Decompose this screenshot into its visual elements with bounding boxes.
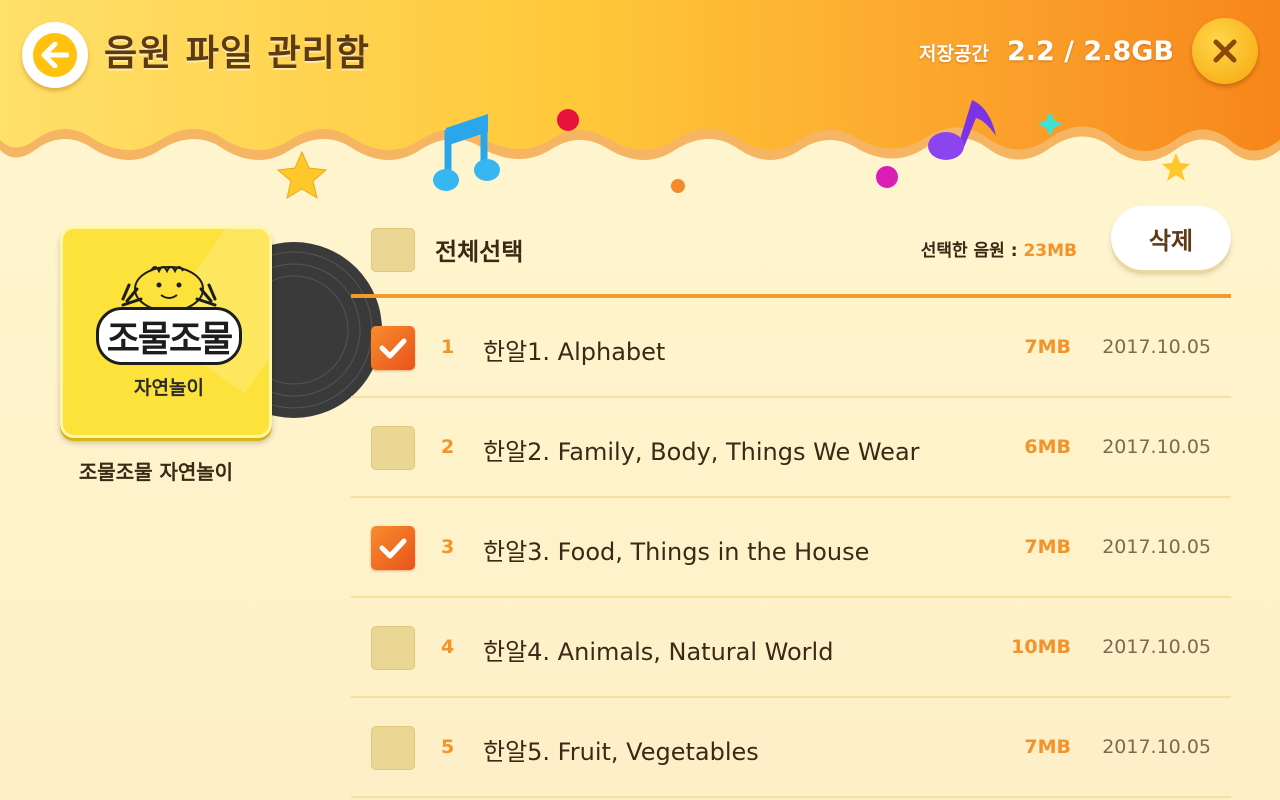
- track-title: 한알2. Family, Body, Things We Wear: [483, 438, 920, 466]
- select-all-checkbox[interactable]: [371, 228, 415, 272]
- track-row[interactable]: 1 한알1. Alphabet 7MB 2017.10.05: [351, 298, 1231, 398]
- track-checkbox[interactable]: [371, 326, 415, 370]
- track-number: 4: [441, 636, 455, 658]
- track-title: 한알4. Animals, Natural World: [483, 638, 834, 666]
- track-checkbox[interactable]: [371, 626, 415, 670]
- track-checkbox[interactable]: [371, 726, 415, 770]
- track-row[interactable]: 5 한알5. Fruit, Vegetables 7MB 2017.10.05: [351, 698, 1231, 798]
- track-size: 7MB: [1024, 736, 1071, 758]
- track-title: 한알1. Alphabet: [483, 338, 666, 366]
- track-row[interactable]: 2 한알2. Family, Body, Things We Wear 6MB 201…: [351, 398, 1231, 498]
- selected-size-info: 선택한 음원 : 23MB: [921, 236, 1077, 261]
- back-button[interactable]: [22, 22, 88, 88]
- track-size: 7MB: [1024, 336, 1071, 358]
- album-art: 조물조물 자연놀이: [60, 226, 382, 441]
- album-logo-title: 조물조물: [85, 307, 253, 365]
- arrow-left-icon: [33, 33, 77, 77]
- checkmark-icon: [379, 538, 407, 559]
- storage-info: 저장공간 2.2 / 2.8GB: [919, 36, 1174, 67]
- track-list: 전체선택 선택한 음원 : 23MB 삭제 1 한알1. Alphabet 7MB 2…: [351, 200, 1231, 798]
- storage-label: 저장공간: [919, 43, 989, 65]
- select-all-label: 전체선택: [435, 238, 524, 266]
- album-cover: 조물조물 자연놀이: [60, 226, 272, 438]
- track-number: 5: [441, 736, 455, 758]
- album-logo-subtitle: 자연놀이: [134, 377, 204, 399]
- list-header: 전체선택 선택한 음원 : 23MB 삭제: [351, 200, 1231, 298]
- checkmark-icon: [379, 338, 407, 359]
- page: 음원 파일 관리함 저장공간 2.2 / 2.8GB 조물조물 자연놀이 조물조…: [0, 0, 1280, 800]
- track-number: 3: [441, 536, 455, 558]
- character-face-icon: [121, 266, 217, 312]
- track-date: 2017.10.05: [1102, 436, 1211, 458]
- track-date: 2017.10.05: [1102, 336, 1211, 358]
- track-size: 7MB: [1024, 536, 1071, 558]
- selected-size-label: 선택한 음원 :: [920, 241, 1024, 261]
- track-date: 2017.10.05: [1102, 736, 1211, 758]
- track-number: 2: [441, 436, 455, 458]
- page-title: 음원 파일 관리함: [104, 33, 370, 74]
- track-date: 2017.10.05: [1102, 636, 1211, 658]
- close-button[interactable]: [1192, 18, 1258, 84]
- storage-value: 2.2 / 2.8GB: [1006, 36, 1174, 67]
- track-size: 6MB: [1024, 436, 1071, 458]
- selected-size-value: 23MB: [1023, 241, 1077, 261]
- track-title: 한알5. Fruit, Vegetables: [483, 738, 759, 766]
- delete-button[interactable]: 삭제: [1111, 206, 1231, 270]
- track-checkbox[interactable]: [371, 426, 415, 470]
- track-number: 1: [441, 336, 455, 358]
- track-title: 한알3. Food, Things in the House: [483, 538, 870, 566]
- track-size: 10MB: [1011, 636, 1071, 658]
- album-name: 조물조물 자연놀이: [78, 460, 234, 484]
- track-row[interactable]: 4 한알4. Animals, Natural World 10MB 2017.10.…: [351, 598, 1231, 698]
- close-icon: [1213, 39, 1237, 63]
- track-date: 2017.10.05: [1102, 536, 1211, 558]
- track-checkbox[interactable]: [371, 526, 415, 570]
- track-row[interactable]: 3 한알3. Food, Things in the House 7MB 2017.1…: [351, 498, 1231, 598]
